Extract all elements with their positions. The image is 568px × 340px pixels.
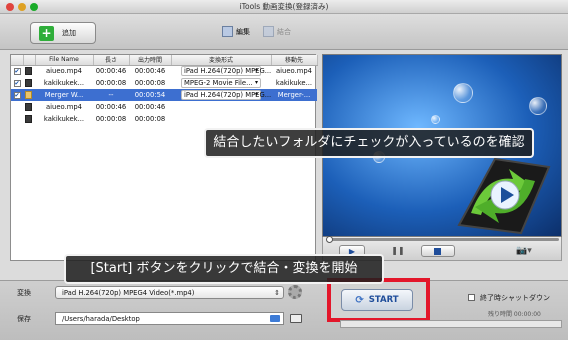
folder-browse-icon[interactable] <box>270 315 280 322</box>
folder-icon <box>24 91 32 99</box>
row-output: 00:00:08 <box>134 79 166 87</box>
add-icon: + <box>39 25 54 41</box>
row-output: 00:00:54 <box>129 89 171 101</box>
camera-icon[interactable]: 📷▾ <box>516 246 532 256</box>
col-output-time[interactable]: 出力時間 <box>129 55 172 66</box>
row-format-select[interactable]: iPad H.264(720p) MPEG... <box>181 66 271 77</box>
row-destination: kakikuke... <box>275 79 313 87</box>
pause-button[interactable]: ❚❚ <box>387 245 409 257</box>
video-file-icon <box>24 79 32 87</box>
save-path-field[interactable]: /Users/harada/Desktop <box>55 312 284 325</box>
row-format-select[interactable]: iPad H.264(720p) MPEG... <box>181 90 271 100</box>
col-file-name[interactable]: File Name <box>35 55 94 66</box>
bubble-graphic <box>431 115 440 124</box>
window-title: iTools 動画変換(登録済み) <box>239 2 329 11</box>
save-label: 保存 <box>17 315 31 323</box>
table-row-selected[interactable]: ✔ Merger W... -- 00:00:54 iPad H.264(720… <box>11 89 317 101</box>
file-table: File Name 長さ 出力時間 変換形式 移動先 ✔ aiueo.mp4 0… <box>11 55 318 125</box>
video-file-icon <box>24 103 32 111</box>
stop-button[interactable] <box>421 245 455 257</box>
callout-start: [Start] ボタンをクリックで結合・変換を開始 <box>64 254 384 284</box>
row-length: 00:00:46 <box>95 67 127 76</box>
row-checkbox[interactable]: ✔ <box>13 80 21 87</box>
open-folder-icon[interactable] <box>290 314 302 323</box>
add-button[interactable]: + 追加 <box>30 22 96 44</box>
merge-button-label: 結合 <box>277 27 291 36</box>
table-row[interactable]: kakikukek... 00:00:08 00:00:08 <box>11 113 317 125</box>
col-destination[interactable]: 移動先 <box>271 55 318 66</box>
row-file-name: kakikukek... <box>43 79 85 87</box>
seek-bar[interactable] <box>327 238 559 241</box>
shutdown-label: 終了時シャットダウン <box>480 294 550 302</box>
row-file-name: aiueo.mp4 <box>45 103 82 111</box>
video-file-icon <box>24 115 32 123</box>
close-window-icon[interactable] <box>6 3 14 11</box>
row-checkbox[interactable]: ✔ <box>13 92 21 99</box>
row-checkbox[interactable]: ✔ <box>13 68 21 76</box>
table-row[interactable]: aiueo.mp4 00:00:46 00:00:46 <box>11 101 317 113</box>
row-output: 00:00:46 <box>134 103 166 111</box>
bubble-graphic <box>529 97 547 115</box>
col-length[interactable]: 長さ <box>93 55 130 66</box>
row-output: 00:00:08 <box>134 115 166 123</box>
col-check <box>11 55 24 66</box>
row-destination: Merger-... <box>271 89 317 101</box>
start-highlight-box: ⟳ START <box>327 278 430 322</box>
app-window: iTools 動画変換(登録済み) + 追加 編集 結合 File Name 長… <box>0 0 568 340</box>
table-row[interactable]: ✔ kakikukek... 00:00:08 00:00:08 MPEG-2 … <box>11 77 317 89</box>
stop-icon <box>434 248 441 255</box>
row-length: 00:00:46 <box>95 103 127 111</box>
shutdown-checkbox[interactable] <box>468 294 475 301</box>
row-length: -- <box>93 89 129 101</box>
edit-button[interactable]: 編集 <box>222 26 250 37</box>
row-format-select[interactable]: MPEG-2 Movie File... <box>181 78 261 88</box>
row-length: 00:00:08 <box>95 79 127 87</box>
title-bar: iTools 動画変換(登録済み) <box>0 0 568 14</box>
start-button-label: START <box>368 295 399 305</box>
seek-handle[interactable] <box>326 236 333 243</box>
col-icon <box>23 55 36 66</box>
row-length: 00:00:08 <box>95 115 127 123</box>
video-file-icon <box>24 67 32 76</box>
row-file-name: aiueo.mp4 <box>45 67 82 76</box>
remaining-time: 残り時間 00:00:00 <box>488 311 541 318</box>
edit-icon <box>222 26 233 37</box>
col-format[interactable]: 変換形式 <box>171 55 272 66</box>
row-file-name: kakikukek... <box>43 115 85 123</box>
itools-logo-icon <box>457 157 551 235</box>
merge-icon <box>263 26 274 37</box>
add-button-label: 追加 <box>62 29 76 37</box>
zoom-window-icon[interactable] <box>30 3 38 11</box>
convert-arrows-icon: ⟳ <box>355 294 364 306</box>
start-button[interactable]: ⟳ START <box>341 289 413 311</box>
table-row[interactable]: ✔ aiueo.mp4 00:00:46 00:00:46 iPad H.264… <box>11 65 317 77</box>
row-output: 00:00:46 <box>134 67 166 76</box>
row-destination: aiueo.mp4 <box>275 67 312 76</box>
merge-button[interactable]: 結合 <box>263 26 291 37</box>
bubble-graphic <box>453 83 473 103</box>
callout-check-folder: 結合したいフォルダにチェックが入っているのを確認 <box>204 128 534 158</box>
toolbar: + 追加 編集 結合 <box>0 14 568 50</box>
row-file-name: Merger W... <box>35 89 93 101</box>
minimize-window-icon[interactable] <box>18 3 26 11</box>
convert-label: 変換 <box>17 289 31 297</box>
settings-gear-icon[interactable] <box>288 285 302 299</box>
convert-format-select[interactable]: iPad H.264(720p) MPEG4 Video(*.mp4) <box>55 286 284 299</box>
progress-bar <box>340 320 562 328</box>
edit-button-label: 編集 <box>236 27 250 36</box>
